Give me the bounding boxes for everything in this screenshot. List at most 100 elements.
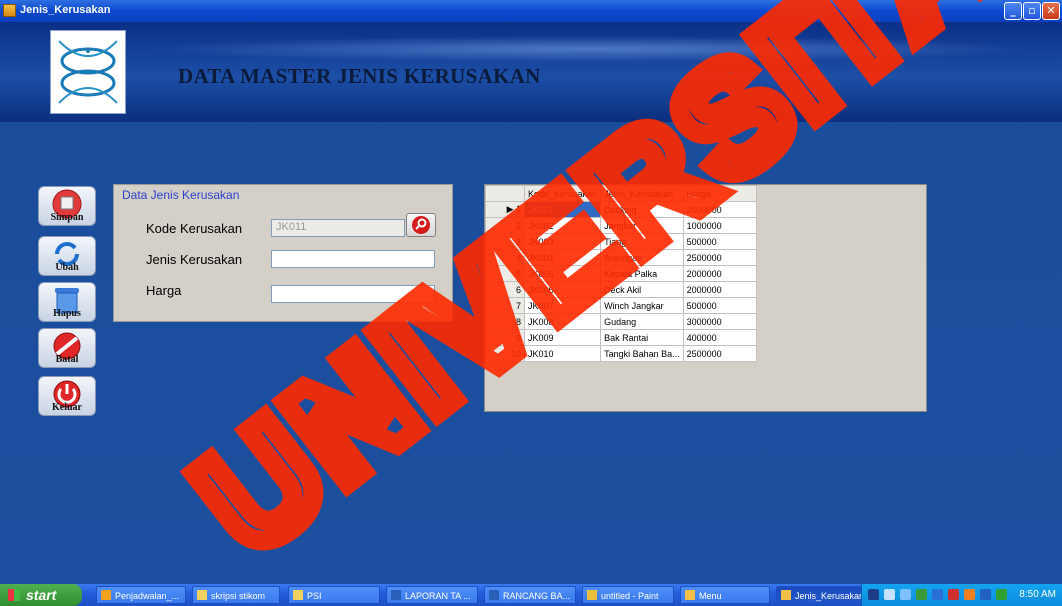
tray-icon[interactable] — [884, 589, 895, 600]
taskbar: start Penjadwalan_... skripsi stikom PSI… — [0, 584, 1062, 606]
taskbar-item[interactable]: PSI — [288, 586, 380, 604]
search-button[interactable] — [406, 213, 436, 237]
harga-cell[interactable]: 3000000 — [682, 313, 757, 330]
taskbar-item-label: untitled - Paint — [601, 591, 659, 601]
table-row[interactable]: 9 JK009 Bak Rantai 400000 — [485, 329, 757, 346]
row-header[interactable]: 10 — [485, 345, 525, 362]
clock: 8:50 AM — [1019, 589, 1056, 600]
jenis-cell[interactable]: Winch Jangkar — [600, 297, 684, 314]
harga-cell[interactable]: 2000000 — [682, 201, 757, 218]
cancel-button[interactable]: Batal — [38, 328, 96, 368]
taskbar-item[interactable]: Penjadwalan_... — [96, 586, 186, 604]
search-icon — [412, 216, 430, 234]
kode-cell[interactable]: JK010 — [523, 345, 602, 362]
kode-cell[interactable]: JK007 — [523, 297, 602, 314]
column-header[interactable]: Kode_Kerusakan — [523, 185, 602, 202]
table-row[interactable]: 10 JK010 Tangki Bahan Ba... 2500000 — [485, 345, 757, 362]
save-button[interactable]: Simpan — [38, 186, 96, 226]
edit-button[interactable]: Ubah — [38, 236, 96, 276]
jenis-cell[interactable]: Tiang — [600, 233, 684, 250]
jenis-cell[interactable]: Docking — [600, 201, 684, 218]
kode-field[interactable]: JK011 — [271, 219, 405, 237]
jenis-cell[interactable]: Anjungan — [600, 249, 684, 266]
column-header[interactable]: Jenis_Kerusakan — [600, 185, 684, 202]
close-button[interactable]: ✕ — [1042, 2, 1060, 20]
harga-cell[interactable]: 2500000 — [682, 345, 757, 362]
harga-cell[interactable]: 2000000 — [682, 281, 757, 298]
exit-button[interactable]: Keluar — [38, 376, 96, 416]
table-row[interactable]: 2 JK002 Jangkar 1000000 — [485, 217, 757, 234]
kode-cell[interactable]: JK006 — [523, 281, 602, 298]
row-header[interactable]: 4 — [485, 249, 525, 266]
harga-cell[interactable]: 500000 — [682, 297, 757, 314]
table-row[interactable]: 7 JK007 Winch Jangkar 500000 — [485, 297, 757, 314]
banner-highlight — [140, 36, 1040, 62]
word-icon — [489, 590, 499, 600]
harga-cell[interactable]: 500000 — [682, 233, 757, 250]
row-header[interactable]: 2 — [485, 217, 525, 234]
kode-cell[interactable]: JK009 — [523, 329, 602, 346]
taskbar-item-label: skripsi stikom — [211, 591, 266, 601]
harga-field[interactable] — [271, 285, 435, 303]
jenis-field[interactable] — [271, 250, 435, 268]
row-header[interactable]: 5 — [485, 265, 525, 282]
jenis-cell[interactable]: Deck Akil — [600, 281, 684, 298]
harga-cell[interactable]: 1000000 — [682, 217, 757, 234]
kode-cell[interactable]: JK008 — [523, 313, 602, 330]
maximize-button[interactable]: ▫ — [1023, 2, 1041, 20]
minimize-button[interactable]: _ — [1004, 2, 1022, 20]
harga-cell[interactable]: 400000 — [682, 329, 757, 346]
app-icon — [685, 590, 695, 600]
jenis-cell[interactable]: Jangkar — [600, 217, 684, 234]
taskbar-item[interactable]: RANCANG BA... — [484, 586, 576, 604]
tray-icon[interactable] — [996, 589, 1007, 600]
jenis-cell[interactable]: Kepala Palka — [600, 265, 684, 282]
kode-cell[interactable]: JK003 — [523, 233, 602, 250]
tray-icon[interactable] — [964, 589, 975, 600]
table-row[interactable]: 6 JK006 Deck Akil 2000000 — [485, 281, 757, 298]
row-header[interactable]: 9 — [485, 329, 525, 346]
word-icon — [391, 590, 401, 600]
table-row[interactable]: 5 JK005 Kepala Palka 2000000 — [485, 265, 757, 282]
taskbar-item[interactable]: untitled - Paint — [582, 586, 674, 604]
taskbar-item[interactable]: Menu — [680, 586, 770, 604]
delete-button[interactable]: Hapus — [38, 282, 96, 322]
taskbar-item-label: Penjadwalan_... — [115, 591, 180, 601]
row-header[interactable]: 6 — [485, 281, 525, 298]
kode-cell[interactable]: JK005 — [523, 265, 602, 282]
jenis-cell[interactable]: Tangki Bahan Ba... — [600, 345, 684, 362]
jenis-cell[interactable]: Bak Rantai — [600, 329, 684, 346]
page-title: DATA MASTER JENIS KERUSAKAN — [178, 64, 541, 88]
tray-icon[interactable] — [868, 589, 879, 600]
table-row[interactable]: 4 JK004 Anjungan 2500000 — [485, 249, 757, 266]
taskbar-item-label: LAPORAN TA ... — [405, 591, 471, 601]
taskbar-item-active[interactable]: Jenis_Kerusakan — [776, 586, 862, 604]
row-header[interactable]: 3 — [485, 233, 525, 250]
taskbar-item-label: RANCANG BA... — [503, 591, 571, 601]
grid-table: Kode_Kerusakan Jenis_Kerusakan Harga ▶ 1… — [485, 185, 757, 362]
table-row[interactable]: 8 JK008 Gudang 3000000 — [485, 313, 757, 330]
taskbar-item[interactable]: skripsi stikom — [192, 586, 280, 604]
row-header[interactable]: 7 — [485, 297, 525, 314]
tray-icon[interactable] — [980, 589, 991, 600]
header-banner: DATA MASTER JENIS KERUSAKAN — [0, 22, 1062, 122]
start-button[interactable]: start — [0, 584, 82, 606]
taskbar-item[interactable]: LAPORAN TA ... — [386, 586, 478, 604]
table-row[interactable]: 3 JK003 Tiang 500000 — [485, 233, 757, 250]
tray-icon[interactable] — [916, 589, 927, 600]
table-row[interactable]: ▶ 1 JK001 Docking 2000000 — [485, 201, 757, 218]
kode-cell[interactable]: JK004 — [523, 249, 602, 266]
row-header[interactable]: ▶ 1 — [485, 201, 525, 218]
jenis-label: Jenis Kerusakan — [146, 252, 243, 267]
tray-icon[interactable] — [900, 589, 911, 600]
kode-cell[interactable]: JK002 — [523, 217, 602, 234]
kode-cell[interactable]: JK001 — [523, 201, 602, 218]
data-grid[interactable]: Kode_Kerusakan Jenis_Kerusakan Harga ▶ 1… — [484, 184, 927, 412]
jenis-cell[interactable]: Gudang — [600, 313, 684, 330]
harga-cell[interactable]: 2500000 — [682, 249, 757, 266]
tray-icon[interactable] — [948, 589, 959, 600]
column-header[interactable]: Harga — [682, 185, 757, 202]
row-header[interactable]: 8 — [485, 313, 525, 330]
tray-icon[interactable] — [932, 589, 943, 600]
harga-cell[interactable]: 2000000 — [682, 265, 757, 282]
